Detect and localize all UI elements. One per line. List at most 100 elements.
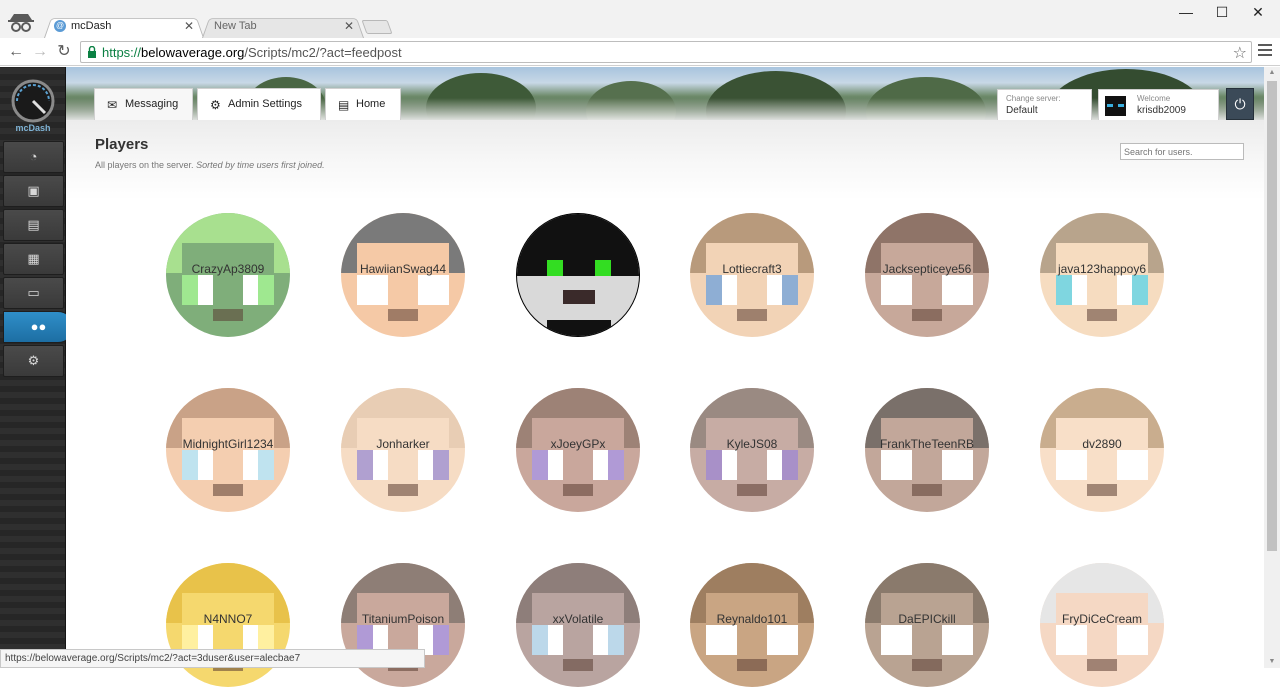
player-card[interactable]: HawiianSwag44 (341, 213, 465, 337)
forward-button[interactable]: → (30, 42, 50, 62)
player-card[interactable]: N4NNO7 (166, 563, 290, 687)
dashboard-icon: ◔ (29, 149, 38, 164)
tab-admin-settings[interactable]: ⚙ Admin Settings (197, 88, 321, 120)
tab-label: mcDash (71, 20, 112, 32)
address-bar[interactable]: https://belowaverage.org/Scripts/mc2/?ac… (80, 41, 1252, 63)
player-name: CrazyAp3809 (191, 262, 265, 276)
gear-icon: ⚙ (27, 353, 40, 368)
tab-favicon: @ (54, 20, 66, 32)
tab-admin-settings-label: Admin Settings (228, 98, 302, 110)
welcome-box[interactable]: Welcome krisdb2009 (1098, 89, 1219, 120)
sidebar-item-grid[interactable]: ▦ (3, 243, 64, 275)
sidebar-item-settings[interactable]: ⚙ (3, 345, 64, 377)
browser-tab-new[interactable]: New Tab ✕ (202, 16, 364, 38)
player-name: TitaniumPoison (361, 612, 445, 626)
speedometer-logo-icon (11, 79, 55, 123)
player-card[interactable]: MidnightGirl1234 (166, 388, 290, 512)
server-value: Default (1006, 105, 1038, 116)
browser-menu-icon[interactable] (1258, 44, 1272, 58)
user-search-input[interactable] (1120, 143, 1244, 160)
player-card[interactable]: Lottiecraft3 (690, 213, 814, 337)
maximize-button[interactable]: ☐ (1202, 4, 1242, 22)
player-name: KyleJS08 (726, 437, 778, 451)
browser-tabstrip: @ mcDash ✕ New Tab ✕ — ☐ ✕ (0, 0, 1280, 38)
power-icon: ⏻ (1234, 96, 1246, 112)
scroll-down-icon[interactable]: ▼ (1264, 656, 1280, 668)
gear-icon: ⚙ (210, 98, 221, 112)
bookmark-star-icon[interactable]: ☆ (1233, 43, 1247, 63)
page-scrollbar[interactable]: ▲ ▼ (1264, 67, 1280, 668)
player-card[interactable]: KyleJS08 (690, 388, 814, 512)
sidebar-item-players[interactable]: ●● (3, 311, 74, 343)
player-name: Jonharker (376, 437, 430, 451)
status-bar-url: https://belowaverage.org/Scripts/mc2/?ac… (0, 649, 425, 668)
back-button[interactable]: ← (6, 42, 26, 62)
lock-icon (88, 46, 96, 58)
sidebar-item-images[interactable]: ▣ (3, 175, 64, 207)
image-icon: ▣ (27, 183, 40, 198)
sidebar-item-dashboard[interactable]: ◔ (3, 141, 64, 173)
player-name: dv2890 (1082, 437, 1122, 451)
browser-toolbar: ← → ↻ https://belowaverage.org/Scripts/m… (0, 38, 1280, 66)
close-icon[interactable]: ✕ (184, 19, 194, 33)
server-selector[interactable]: Change server: Default (997, 89, 1092, 120)
browser-tab-mcdash[interactable]: @ mcDash ✕ (44, 16, 204, 38)
tab-messaging[interactable]: ✉ Messaging (94, 88, 193, 120)
minimize-button[interactable]: — (1166, 4, 1206, 22)
header-banner: ✉ Messaging ⚙ Admin Settings ▤ Home Chan… (66, 67, 1264, 120)
player-name: java123happoy6 (1057, 262, 1147, 276)
envelope-icon: ✉ (107, 98, 118, 112)
player-card[interactable]: Jonharker (341, 388, 465, 512)
tab-home[interactable]: ▤ Home (325, 88, 401, 120)
players-page: Players All players on the server. Sorte… (66, 120, 1264, 687)
player-name: xJoeyGPx (550, 437, 606, 451)
close-window-button[interactable]: ✕ (1238, 4, 1278, 22)
url-text: https://belowaverage.org/Scripts/mc2/?ac… (102, 45, 402, 60)
logo-text: mcDash (15, 123, 51, 133)
tab-label: New Tab (214, 20, 257, 32)
incognito-icon (8, 14, 34, 32)
page-subtitle: All players on the server. Sorted by tim… (95, 160, 325, 170)
player-card[interactable]: CrazyAp3809 (166, 213, 290, 337)
player-card[interactable] (516, 213, 640, 337)
tab-messaging-label: Messaging (125, 98, 179, 110)
player-card[interactable]: Jacksepticeye56 (865, 213, 989, 337)
reload-button[interactable]: ↻ (54, 42, 74, 62)
server-caption: Change server: (1006, 94, 1061, 103)
grid-icon: ▦ (27, 251, 40, 266)
tab-home-label: Home (356, 98, 386, 110)
player-name: DaEPICkill (898, 612, 956, 626)
sidebar: mcDash ◔ ▣ ▤ ▦ ▭ ●● ⚙ (0, 67, 74, 668)
player-name: Reynaldo101 (716, 612, 788, 626)
scrollbar-thumb[interactable] (1267, 81, 1277, 551)
player-card[interactable]: dv2890 (1040, 388, 1164, 512)
avatar (1105, 96, 1126, 116)
sidebar-item-chat[interactable]: ▭ (3, 277, 64, 309)
player-card[interactable]: java123happoy6 (1040, 213, 1164, 337)
users-icon: ●● (30, 319, 47, 334)
sidebar-item-documents[interactable]: ▤ (3, 209, 64, 241)
chat-icon: ▭ (27, 285, 40, 300)
mcdash-logo[interactable]: mcDash (6, 75, 60, 135)
page-title: Players (95, 136, 149, 153)
welcome-caption: Welcome (1137, 94, 1171, 103)
player-name: Jacksepticeye56 (882, 262, 972, 276)
welcome-username: krisdb2009 (1137, 105, 1186, 116)
player-card[interactable]: FryDiCeCream (1040, 563, 1164, 687)
player-card[interactable]: TitaniumPoison (341, 563, 465, 687)
player-card[interactable]: Reynaldo101 (690, 563, 814, 687)
document-icon: ▤ (27, 217, 40, 232)
new-tab-button[interactable] (361, 20, 393, 34)
close-icon[interactable]: ✕ (344, 19, 354, 33)
player-card[interactable]: DaEPICkill (865, 563, 989, 687)
player-name: Lottiecraft3 (722, 262, 782, 276)
scroll-up-icon[interactable]: ▲ (1264, 67, 1280, 79)
logout-button[interactable]: ⏻ (1226, 88, 1254, 120)
player-name: MidnightGirl1234 (182, 437, 274, 451)
player-card[interactable]: xxVolatile (516, 563, 640, 687)
document-icon: ▤ (338, 98, 350, 112)
player-card[interactable]: FrankTheTeenRB (865, 388, 989, 512)
player-name: FrankTheTeenRB (879, 437, 975, 451)
player-card[interactable]: xJoeyGPx (516, 388, 640, 512)
player-name: N4NNO7 (203, 612, 253, 626)
